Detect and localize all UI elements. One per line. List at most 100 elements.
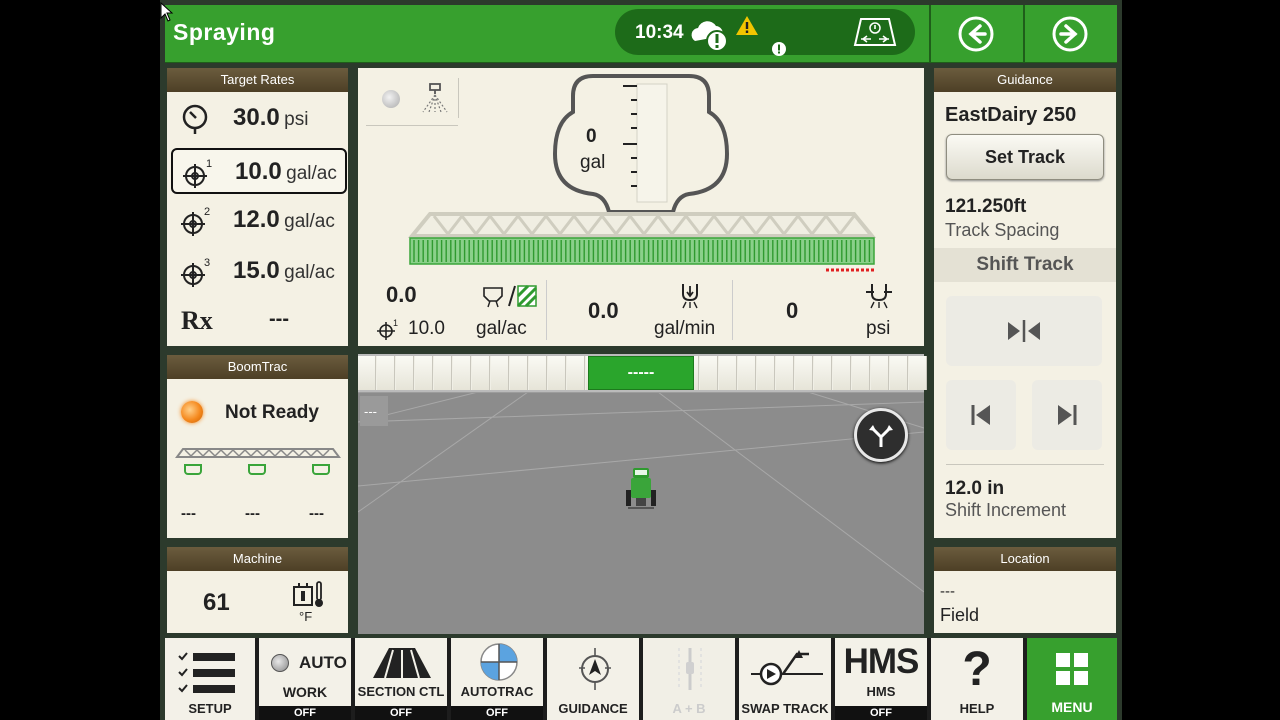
header-bar: Spraying 10:34 [165, 5, 1117, 63]
tank-level-gauge[interactable] [553, 72, 729, 218]
application-status-panel: 0 gal 0.0 1 10.0 gal/ac 0.0 gal/min 0 ps… [358, 68, 924, 346]
autotrac-label: AUTOTRAC [460, 684, 534, 699]
back-button[interactable] [929, 5, 1021, 63]
applied-rate-readout[interactable]: 0.0 1 10.0 gal/ac [358, 276, 544, 342]
nozzle-spray-icon [422, 83, 448, 113]
section-segment [510, 356, 528, 390]
work-label: WORK [282, 684, 328, 700]
swap-direction-button[interactable] [854, 408, 908, 462]
work-state: OFF [259, 706, 351, 720]
arrow-left-icon [958, 16, 994, 52]
section-segment [358, 356, 376, 390]
ab-line-label: A + B [672, 701, 706, 716]
arrow-right-icon [1052, 16, 1088, 52]
svg-text:2: 2 [204, 206, 210, 218]
section-control-icon [373, 648, 431, 679]
section-segment [472, 356, 490, 390]
center-section-indicator: ----- [588, 356, 694, 390]
target-rate-icon: 1 [377, 318, 398, 340]
boomtrac-panel: BoomTrac Not Ready --- --- --- [167, 355, 348, 538]
menu-button[interactable]: MENU [1027, 638, 1117, 720]
forward-button[interactable] [1023, 5, 1115, 63]
rate-1-row[interactable]: 1 10.0 gal/ac [171, 148, 347, 194]
guidance-map[interactable]: --- [358, 392, 924, 634]
target-rates-title: Target Rates [167, 68, 348, 92]
section-segment [434, 356, 452, 390]
work-indicator-light [271, 654, 289, 672]
autotrac-icon [480, 643, 518, 681]
shortcut-bar: SETUP AUTO WORK OFF SECTION CTL OFF AUTO… [165, 638, 1117, 720]
clock: 10:34 [635, 22, 684, 43]
application-mode-selector[interactable] [366, 76, 458, 126]
hms-icon: HMS [843, 642, 920, 681]
set-track-button[interactable]: Set Track [946, 134, 1104, 180]
track-spacing-label: Track Spacing [945, 220, 1060, 240]
checklist-icon [178, 652, 235, 693]
section-segment [814, 356, 832, 390]
shift-track-left-button[interactable] [946, 380, 1016, 450]
menu-grid-icon [1056, 653, 1088, 685]
hms-label: HMS [866, 684, 896, 699]
field-label: Field [940, 605, 980, 625]
section-segment [852, 356, 870, 390]
autotrac-button[interactable]: AUTOTRAC OFF [451, 638, 545, 720]
section-segment [700, 356, 718, 390]
section-segment [890, 356, 908, 390]
applied-rate-value: 0.0 [386, 282, 417, 307]
warning-icon [736, 16, 758, 35]
section-segment [396, 356, 414, 390]
ab-line-button[interactable]: A + B [643, 638, 737, 720]
mouse-cursor-icon [160, 2, 174, 22]
shift-track-right-button[interactable] [1032, 380, 1102, 450]
setup-button[interactable]: SETUP [165, 638, 257, 720]
section-segment [871, 356, 889, 390]
track-spacing-value: 121.250ft [945, 196, 1027, 217]
boomtrac-title: BoomTrac [167, 355, 348, 379]
rate-1-unit: gal/ac [286, 163, 337, 184]
section-segment [909, 356, 927, 390]
help-button[interactable]: ? HELP [931, 638, 1025, 720]
swap-track-icon [751, 650, 823, 686]
swap-track-button[interactable]: SWAP TRACK [739, 638, 833, 720]
autotrac-state: OFF [451, 706, 543, 720]
flow-nozzle-icon [682, 284, 698, 309]
target-rate-readout: 10.0 [408, 318, 445, 339]
section-control-button[interactable]: SECTION CTL OFF [355, 638, 449, 720]
shift-increment-label[interactable]: Shift Increment [945, 500, 1066, 521]
boom-height-right: --- [309, 505, 324, 522]
rate-2-value: 12.0 [233, 206, 280, 233]
guidance-button[interactable]: GUIDANCE [547, 638, 641, 720]
flow-rate-readout[interactable]: 0.0 gal/min [548, 276, 730, 342]
rate-2-unit: gal/ac [284, 211, 335, 232]
boom-height-center: --- [245, 505, 260, 522]
work-button[interactable]: AUTO WORK OFF [259, 638, 353, 720]
sprayer-boom-graphic [408, 212, 876, 272]
rate-3-unit: gal/ac [284, 262, 335, 283]
rate-3-row[interactable]: 3 15.0 gal/ac [171, 249, 347, 295]
rate-2-row[interactable]: 2 12.0 gal/ac [171, 198, 347, 244]
engine-temperature-value: 61 [203, 589, 230, 616]
boomtrac-status: Not Ready [225, 402, 319, 423]
flow-rate-unit: gal/min [654, 318, 716, 339]
setup-label: SETUP [188, 701, 232, 716]
pressure-value: 0 [786, 298, 799, 323]
location-panel: Location --- Field [934, 547, 1116, 633]
prescription-row[interactable]: Rx --- [171, 298, 347, 344]
display-screen: Spraying 10:34 Target Rates 30.0 psi 1 1… [160, 0, 1122, 720]
pressure-readout[interactable]: 0 psi [734, 276, 922, 342]
shift-left-icon [971, 405, 990, 425]
boom-height-left: --- [181, 505, 196, 522]
shift-divider [946, 464, 1104, 465]
track-name: EastDairy 250 [945, 104, 1077, 126]
mode-indicator-light [382, 90, 400, 108]
status-center[interactable]: 10:34 [615, 9, 915, 56]
shift-track-center-button[interactable] [946, 296, 1102, 366]
guidance-title: Guidance [934, 68, 1116, 92]
section-segment [377, 356, 395, 390]
guidance-panel: Guidance EastDairy 250 Set Track 121.250… [934, 68, 1116, 538]
hms-button[interactable]: HMS HMS OFF [835, 638, 929, 720]
rate-1-value: 10.0 [235, 158, 282, 185]
boom-diagram-icon [175, 448, 341, 475]
pressure-target-row[interactable]: 30.0 psi [171, 96, 347, 142]
section-status-bar[interactable]: ----- [358, 354, 927, 392]
